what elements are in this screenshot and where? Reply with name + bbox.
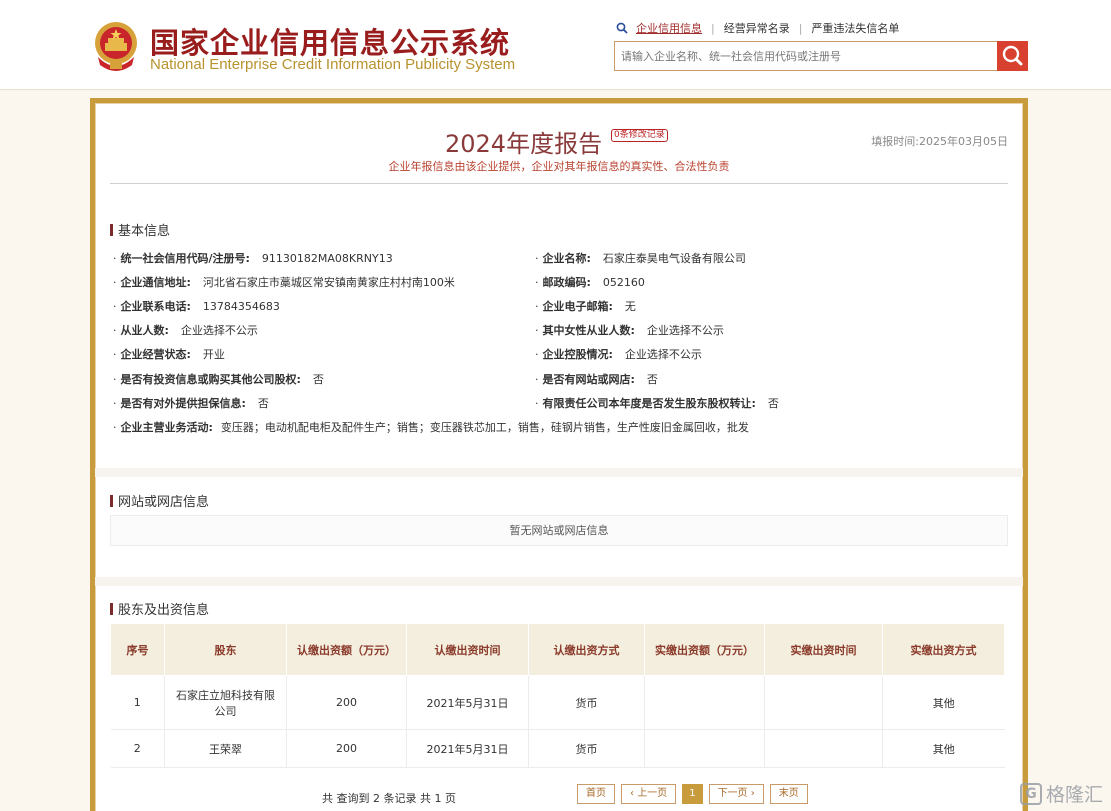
- table-row: 1 石家庄立旭科技有限公司 200 2021年5月31日 货币 其他: [110, 675, 1005, 730]
- nav-credit-info[interactable]: 企业信用信息: [636, 20, 702, 36]
- section-marker: [110, 602, 113, 615]
- field-equity-transfer: · 有限责任公司本年度是否发生股东股权转让: 否: [535, 397, 779, 410]
- top-nav: 企业信用信息 | 经营异常名录 | 严重违法失信名单: [616, 20, 899, 36]
- section-shareholders: 股东及出资信息: [110, 599, 209, 618]
- last-page-button[interactable]: 末页: [769, 784, 808, 804]
- cell-index: 1: [110, 675, 165, 730]
- shareholder-table: 序号 股东 认缴出资额（万元） 认缴出资时间 认缴出资方式 实缴出资额（万元） …: [110, 623, 1005, 768]
- annual-report-panel: 2024年度报告 0条修改记录 填报时间:2025年03月05日 企业年报信息由…: [90, 98, 1028, 811]
- cell-paid-method: 其他: [882, 675, 1005, 730]
- section-title: 网站或网店信息: [118, 495, 210, 510]
- next-page-button[interactable]: 下一页 ›: [708, 784, 764, 804]
- col-subscribed-amount: 认缴出资额（万元）: [286, 623, 407, 676]
- current-page-button[interactable]: 1: [682, 784, 703, 804]
- cell-index: 2: [110, 729, 165, 768]
- table-row: 2 王荣翠 200 2021年5月31日 货币 其他: [110, 729, 1005, 768]
- pagination-info: 共 查询到 2 条记录 共 1 页: [322, 792, 456, 805]
- field-holding: · 企业控股情况: 企业选择不公示: [535, 348, 702, 361]
- search-button[interactable]: [997, 41, 1028, 71]
- cell-paid-date: [764, 675, 883, 730]
- field-investment: · 是否有投资信息或购买其他公司股权: 否: [113, 373, 324, 386]
- watermark-text: 格隆汇: [1046, 784, 1104, 806]
- field-employees: · 从业人数: 企业选择不公示: [113, 324, 258, 337]
- cell-shareholder: 石家庄立旭科技有限公司: [164, 675, 287, 730]
- field-has-website: · 是否有网站或网店: 否: [535, 373, 658, 386]
- search-icon: [616, 22, 628, 34]
- field-main-business: · 企业主营业务活动: 变压器；电动机配电柜及配件生产；销售；变压器铁芯加工，销售，…: [113, 421, 749, 434]
- search-input[interactable]: [615, 42, 999, 70]
- col-paid-date: 实缴出资时间: [764, 623, 883, 676]
- report-title: 2024年度报告: [445, 130, 603, 158]
- field-guarantee: · 是否有对外提供担保信息: 否: [113, 397, 269, 410]
- field-company-name: · 企业名称: 石家庄泰昊电气设备有限公司: [535, 252, 746, 265]
- section-title: 股东及出资信息: [118, 603, 210, 618]
- prev-page-button[interactable]: ‹ 上一页: [621, 784, 677, 804]
- modification-record-link[interactable]: 0条修改记录: [611, 129, 668, 142]
- field-phone: · 企业联系电话: 13784354683: [113, 300, 280, 313]
- cell-paid-date: [764, 729, 883, 768]
- nav-blacklist[interactable]: 严重违法失信名单: [811, 20, 899, 36]
- cell-paid-amount: [644, 675, 765, 730]
- field-address: · 企业通信地址: 河北省石家庄市藁城区常安镇南黄家庄村村南100米: [113, 276, 455, 289]
- cell-paid-method: 其他: [882, 729, 1005, 768]
- chevron-right-icon: ›: [747, 788, 755, 799]
- search-box: [614, 41, 1028, 71]
- pagination: 首页 ‹ 上一页 1 下一页 › 末页: [577, 784, 808, 804]
- nav-separator: |: [798, 21, 803, 35]
- table-header-row: 序号 股东 认缴出资额（万元） 认缴出资时间 认缴出资方式 实缴出资额（万元） …: [110, 623, 1005, 676]
- cell-subscribed-method: 货币: [528, 675, 645, 730]
- watermark-logo-icon: G: [1020, 782, 1042, 805]
- field-credit-code: · 统一社会信用代码/注册号: 91130182MA08KRNY13: [113, 252, 393, 265]
- cell-subscribed-method: 货币: [528, 729, 645, 768]
- website-empty-message: 暂无网站或网店信息: [110, 515, 1008, 546]
- section-separator-band: [95, 468, 1023, 477]
- section-marker: [110, 223, 113, 236]
- divider: [110, 183, 1008, 184]
- magnifier-icon: [1002, 45, 1023, 66]
- field-email: · 企业电子邮箱: 无: [535, 300, 636, 313]
- section-marker: [110, 494, 113, 507]
- section-title: 基本信息: [118, 224, 171, 239]
- watermark: G 格隆汇: [1020, 780, 1103, 807]
- cell-subscribed-amount: 200: [286, 675, 407, 730]
- field-postcode: · 邮政编码: 052160: [535, 276, 645, 289]
- section-separator-band: [95, 577, 1023, 586]
- field-female-employees: · 其中女性从业人数: 企业选择不公示: [535, 324, 724, 337]
- section-basic-info: 基本信息: [110, 220, 170, 239]
- col-shareholder: 股东: [164, 623, 287, 676]
- nav-separator: |: [711, 21, 715, 35]
- cell-subscribed-amount: 200: [286, 729, 407, 768]
- cell-subscribed-date: 2021年5月31日: [406, 729, 529, 768]
- col-subscribed-date: 认缴出资时间: [406, 623, 529, 676]
- nav-abnormal-list[interactable]: 经营异常名录: [724, 20, 790, 36]
- fill-time: 填报时间:2025年03月05日: [871, 135, 1008, 148]
- report-disclaimer: 企业年报信息由该企业提供，企业对其年报信息的真实性、合法性负责: [388, 160, 730, 173]
- col-index: 序号: [110, 623, 165, 676]
- col-paid-amount: 实缴出资额（万元）: [644, 623, 765, 676]
- field-business-status: · 企业经营状态: 开业: [113, 348, 225, 361]
- cell-subscribed-date: 2021年5月31日: [406, 675, 529, 730]
- col-subscribed-method: 认缴出资方式: [528, 623, 645, 676]
- site-title-en: National Enterprise Credit Information P…: [150, 56, 516, 73]
- section-website: 网站或网店信息: [110, 491, 209, 510]
- cell-paid-amount: [644, 729, 765, 768]
- cell-shareholder: 王荣翠: [164, 729, 287, 768]
- first-page-button[interactable]: 首页: [577, 784, 615, 804]
- site-header: 国家企业信用信息公示系统 National Enterprise Credit …: [0, 0, 1111, 90]
- col-paid-method: 实缴出资方式: [882, 623, 1005, 676]
- national-emblem-icon: [95, 22, 137, 71]
